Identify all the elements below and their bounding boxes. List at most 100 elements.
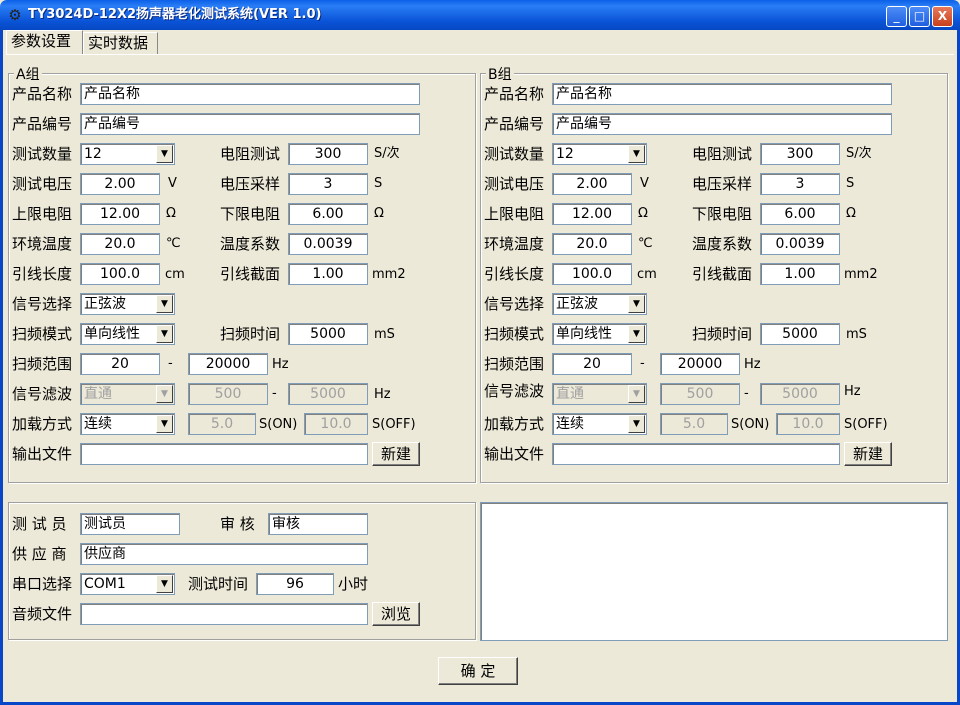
- tester-input[interactable]: 测试员: [80, 513, 180, 535]
- a-lead-section-input[interactable]: 1.00: [288, 263, 368, 285]
- a-sweep-mode-select[interactable]: 单向线性 ▼: [80, 323, 175, 345]
- unit-mm2: mm2: [844, 267, 878, 282]
- reviewer-input[interactable]: 审核: [268, 513, 368, 535]
- a-voltage-sample-input[interactable]: 3: [288, 173, 368, 195]
- unit-s-off: S(OFF): [372, 417, 416, 432]
- minimize-button[interactable]: _: [886, 6, 907, 27]
- a-lower-resistance-input[interactable]: 6.00: [288, 203, 368, 225]
- browse-button[interactable]: 浏览: [372, 602, 420, 626]
- b-filter-value: 直通: [556, 386, 584, 402]
- a-product-name-input[interactable]: 产品名称: [80, 83, 420, 105]
- dropdown-arrow-icon[interactable]: ▼: [156, 325, 173, 343]
- unit-ms: mS: [374, 327, 395, 342]
- test-time-input[interactable]: 96: [256, 573, 334, 595]
- a-load-mode-select[interactable]: 连续 ▼: [80, 413, 175, 435]
- maximize-button[interactable]: □: [909, 6, 930, 27]
- b-sweep-to-input[interactable]: 20000: [660, 353, 740, 375]
- b-filter-select[interactable]: 直通 ▼: [552, 383, 647, 405]
- dropdown-arrow-icon[interactable]: ▼: [628, 325, 645, 343]
- a-signal-select[interactable]: 正弦波 ▼: [80, 293, 175, 315]
- confirm-button[interactable]: 确 定: [438, 657, 518, 685]
- label-product-name: 产品名称: [484, 85, 545, 103]
- b-upper-resistance-input[interactable]: 12.00: [552, 203, 632, 225]
- a-off-time-input[interactable]: 10.0: [304, 413, 368, 435]
- a-lead-length-input[interactable]: 100.0: [80, 263, 160, 285]
- log-listbox[interactable]: [480, 502, 948, 641]
- a-test-voltage-input[interactable]: 2.00: [80, 173, 160, 195]
- b-env-temp-input[interactable]: 20.0: [552, 233, 632, 255]
- label-env-temp: 环境温度: [12, 235, 73, 253]
- b-load-mode-select[interactable]: 连续 ▼: [552, 413, 647, 435]
- a-on-time-input[interactable]: 5.0: [188, 413, 256, 435]
- label-output-file: 输出文件: [484, 445, 545, 463]
- tab-realtime[interactable]: 实时数据: [83, 32, 158, 54]
- dropdown-arrow-icon[interactable]: ▼: [156, 295, 173, 313]
- a-filter-value: 直通: [84, 386, 112, 402]
- group-a-title: A组: [14, 64, 42, 84]
- a-env-temp-input[interactable]: 20.0: [80, 233, 160, 255]
- b-test-voltage-input[interactable]: 2.00: [552, 173, 632, 195]
- dropdown-arrow-icon[interactable]: ▼: [156, 145, 173, 163]
- b-lead-length-input[interactable]: 100.0: [552, 263, 632, 285]
- a-filter-from-input[interactable]: 500: [188, 383, 268, 405]
- b-sweep-time-input[interactable]: 5000: [760, 323, 840, 345]
- unit-cm: cm: [637, 267, 657, 282]
- b-on-time-input[interactable]: 5.0: [660, 413, 728, 435]
- b-filter-to-input[interactable]: 5000: [760, 383, 840, 405]
- close-button[interactable]: X: [932, 6, 953, 27]
- b-new-button[interactable]: 新建: [844, 442, 892, 466]
- a-new-button[interactable]: 新建: [372, 442, 420, 466]
- dropdown-arrow-icon[interactable]: ▼: [628, 145, 645, 163]
- b-product-code-input[interactable]: 产品编号: [552, 113, 892, 135]
- label-audio-file: 音频文件: [12, 605, 73, 623]
- a-temp-coef-input[interactable]: 0.0039: [288, 233, 368, 255]
- b-resistance-test-input[interactable]: 300: [760, 143, 840, 165]
- audio-file-input[interactable]: [80, 603, 368, 625]
- b-product-name-input[interactable]: 产品名称: [552, 83, 892, 105]
- a-filter-select[interactable]: 直通 ▼: [80, 383, 175, 405]
- b-off-time-input[interactable]: 10.0: [776, 413, 840, 435]
- label-sweep-range: 扫频范围: [12, 355, 73, 373]
- a-test-count-select[interactable]: 12 ▼: [80, 143, 175, 165]
- b-test-count-select[interactable]: 12 ▼: [552, 143, 647, 165]
- b-lower-resistance-input[interactable]: 6.00: [760, 203, 840, 225]
- a-product-code-input[interactable]: 产品编号: [80, 113, 420, 135]
- b-output-file-input[interactable]: [552, 443, 840, 465]
- label-product-name: 产品名称: [12, 85, 73, 103]
- label-lead-section: 引线截面: [220, 265, 281, 283]
- a-sweep-to-input[interactable]: 20000: [188, 353, 268, 375]
- b-signal-select[interactable]: 正弦波 ▼: [552, 293, 647, 315]
- b-signal-value: 正弦波: [556, 296, 598, 312]
- b-sweep-mode-select[interactable]: 单向线性 ▼: [552, 323, 647, 345]
- unit-hz: Hz: [272, 357, 289, 372]
- a-resistance-test-input[interactable]: 300: [288, 143, 368, 165]
- tab-params[interactable]: 参数设置: [6, 30, 83, 55]
- b-temp-coef-input[interactable]: 0.0039: [760, 233, 840, 255]
- dropdown-arrow-icon[interactable]: ▼: [156, 575, 173, 593]
- b-lead-section-input[interactable]: 1.00: [760, 263, 840, 285]
- label-signal-filter: 信号滤波: [484, 382, 545, 400]
- dropdown-arrow-icon[interactable]: ▼: [628, 415, 645, 433]
- b-sweep-from-input[interactable]: 20: [552, 353, 632, 375]
- dropdown-arrow-icon[interactable]: ▼: [628, 295, 645, 313]
- b-filter-from-input[interactable]: 500: [660, 383, 740, 405]
- port-select[interactable]: COM1 ▼: [80, 573, 175, 595]
- b-voltage-sample-input[interactable]: 3: [760, 173, 840, 195]
- supplier-input[interactable]: 供应商: [80, 543, 368, 565]
- port-value: COM1: [84, 576, 126, 592]
- a-load-mode-value: 连续: [84, 416, 112, 432]
- label-voltage-sample: 电压采样: [220, 175, 281, 193]
- a-sweep-time-input[interactable]: 5000: [288, 323, 368, 345]
- dropdown-arrow-icon[interactable]: ▼: [156, 385, 173, 403]
- a-sweep-from-input[interactable]: 20: [80, 353, 160, 375]
- dropdown-arrow-icon[interactable]: ▼: [156, 415, 173, 433]
- unit-hours: 小时: [338, 575, 369, 593]
- unit-celsius: ℃: [166, 236, 181, 251]
- dropdown-arrow-icon[interactable]: ▼: [628, 385, 645, 403]
- label-test-count: 测试数量: [484, 145, 545, 163]
- b-test-count-value: 12: [556, 146, 574, 162]
- unit-s-per-time: S/次: [846, 146, 872, 161]
- a-filter-to-input[interactable]: 5000: [288, 383, 368, 405]
- a-upper-resistance-input[interactable]: 12.00: [80, 203, 160, 225]
- a-output-file-input[interactable]: [80, 443, 368, 465]
